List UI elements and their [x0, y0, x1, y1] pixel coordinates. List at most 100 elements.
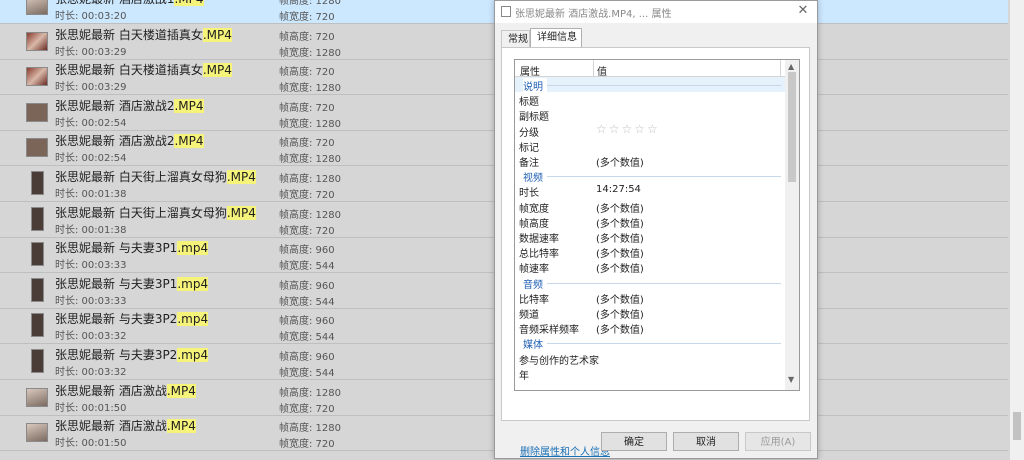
- file-list-scroll-thumb[interactable]: [1013, 412, 1021, 440]
- scroll-up-icon[interactable]: ▲: [788, 62, 794, 71]
- property-row[interactable]: 比特率 (多个数值): [515, 290, 785, 306]
- file-duration: 时长: 00:03:32: [55, 367, 127, 378]
- details-panel: 属性 值 说明 标题 副标题 分级 ☆☆☆☆☆ 标记 备注 (多个数值) 视频 时长 14:27:5…: [501, 47, 810, 458]
- close-icon[interactable]: ✕: [795, 3, 811, 19]
- file-frame-width: 帧宽度: 720: [279, 404, 335, 415]
- file-name-base: 张思妮最新 白天街上溜真女母狗: [55, 170, 227, 184]
- section-label: 媒体: [523, 336, 547, 351]
- file-extension-highlight: .mp4: [177, 241, 209, 255]
- file-name-base: 张思妮最新 与夫妻3P2: [55, 312, 178, 326]
- file-frame-width: 帧宽度: 1280: [279, 119, 341, 130]
- file-list-scrollbar[interactable]: [1010, 0, 1024, 460]
- file-name: 张思妮最新 酒店激战2.MP4: [55, 132, 204, 149]
- scroll-down-icon[interactable]: ▼: [788, 375, 794, 384]
- property-value: (多个数值): [596, 158, 644, 169]
- file-name-base: 张思妮最新 酒店激战2: [55, 99, 175, 113]
- ok-button[interactable]: 确定: [601, 432, 667, 451]
- file-frame-height: 帧高度: 1280: [279, 210, 341, 221]
- file-duration: 时长: 00:03:20: [55, 11, 127, 22]
- section-divider: [523, 343, 781, 344]
- property-name: 标记: [519, 143, 539, 154]
- property-row[interactable]: 副标题: [515, 107, 785, 123]
- property-row[interactable]: 标题: [515, 92, 785, 108]
- property-section-header[interactable]: 音频: [515, 275, 785, 291]
- section-label: 说明: [523, 78, 547, 93]
- video-thumbnail: [26, 32, 48, 51]
- section-divider: [523, 85, 781, 86]
- file-duration: 时长: 00:01:38: [55, 225, 127, 236]
- dialog-titlebar[interactable]: 张思妮最新 酒店激战.MP4, ... 属性 ✕: [495, 1, 817, 23]
- property-row[interactable]: 年: [515, 366, 785, 382]
- file-extension-highlight: .MP4: [226, 170, 256, 184]
- file-frame-height: 帧高度: 960: [279, 245, 335, 256]
- file-frame-width: 帧宽度: 544: [279, 368, 335, 379]
- remove-properties-link[interactable]: 删除属性和个人信息: [520, 443, 610, 458]
- column-divider[interactable]: [780, 60, 781, 76]
- apply-button[interactable]: 应用(A): [745, 432, 811, 451]
- column-header-value[interactable]: 值: [597, 63, 607, 78]
- property-row[interactable]: 标记: [515, 138, 785, 154]
- video-thumbnail: [31, 207, 44, 231]
- property-value: (多个数值): [596, 234, 644, 245]
- property-grid-scroll-thumb[interactable]: [788, 72, 796, 182]
- video-thumbnail: [31, 171, 44, 195]
- file-name: 张思妮最新 白天街上溜真女母狗.MP4: [55, 204, 256, 221]
- file-name: 张思妮最新 白天楼道插真女.MP4: [55, 26, 232, 43]
- file-frame-height: 帧高度: 1280: [279, 388, 341, 399]
- document-icon: [501, 6, 511, 17]
- property-value: 14:27:54: [596, 184, 641, 195]
- property-value: (多个数值): [596, 264, 644, 275]
- property-row[interactable]: 总比特率 (多个数值): [515, 244, 785, 260]
- property-section-header[interactable]: 视频: [515, 168, 785, 184]
- file-frame-height: 帧高度: 720: [279, 32, 335, 43]
- property-row[interactable]: 频道 (多个数值): [515, 305, 785, 321]
- section-divider: [523, 283, 781, 284]
- file-name: 张思妮最新 酒店激战2.MP4: [55, 97, 204, 114]
- property-row[interactable]: 帧速率 (多个数值): [515, 259, 785, 275]
- property-name: 数据速率: [519, 234, 559, 245]
- property-row[interactable]: 帧高度 (多个数值): [515, 214, 785, 230]
- property-row[interactable]: 数据速率 (多个数值): [515, 229, 785, 245]
- property-row[interactable]: 参与创作的艺术家: [515, 351, 785, 367]
- property-grid-scrollbar[interactable]: ▲ ▼: [785, 60, 799, 390]
- property-name: 年: [519, 371, 529, 382]
- column-divider[interactable]: [593, 60, 594, 76]
- file-name-base: 张思妮最新 白天街上溜真女母狗: [55, 206, 227, 220]
- file-frame-height: 帧高度: 720: [279, 138, 335, 149]
- property-section-header[interactable]: 说明: [515, 77, 785, 93]
- file-frame-height: 帧高度: 1280: [279, 423, 341, 434]
- property-value: (多个数值): [596, 204, 644, 215]
- cancel-button[interactable]: 取消: [673, 432, 739, 451]
- file-frame-width: 帧宽度: 544: [279, 332, 335, 343]
- rating-stars[interactable]: ☆☆☆☆☆: [596, 122, 660, 136]
- property-name: 音频采样频率: [519, 325, 579, 336]
- property-row[interactable]: 分级 ☆☆☆☆☆: [515, 122, 785, 139]
- column-header-property[interactable]: 属性: [520, 63, 540, 78]
- file-frame-width: 帧宽度: 720: [279, 226, 335, 237]
- property-grid-body: 说明 标题 副标题 分级 ☆☆☆☆☆ 标记 备注 (多个数值) 视频 时长 14:27:54 帧宽度 (…: [515, 77, 785, 390]
- file-frame-height: 帧高度: 960: [279, 281, 335, 292]
- property-name: 参与创作的艺术家: [519, 356, 599, 367]
- property-section-header[interactable]: 媒体: [515, 335, 785, 351]
- video-thumbnail: [26, 67, 48, 86]
- property-grid: 属性 值 说明 标题 副标题 分级 ☆☆☆☆☆ 标记 备注 (多个数值) 视频 时长 14:27:5…: [514, 59, 800, 391]
- tab-general[interactable]: 常规: [501, 30, 530, 47]
- video-thumbnail: [31, 349, 44, 373]
- file-frame-height: 帧高度: 720: [279, 67, 335, 78]
- property-name: 备注: [519, 158, 539, 169]
- file-frame-width: 帧宽度: 544: [279, 297, 335, 308]
- file-name-base: 张思妮最新 与夫妻3P2: [55, 348, 178, 362]
- property-row[interactable]: 帧宽度 (多个数值): [515, 199, 785, 215]
- file-name: 张思妮最新 与夫妻3P1.mp4: [55, 275, 209, 292]
- property-row[interactable]: 音频采样频率 (多个数值): [515, 320, 785, 336]
- file-name: 张思妮最新 酒店激战1.MP4: [55, 0, 204, 7]
- tab-details[interactable]: 详细信息: [530, 28, 582, 48]
- file-duration: 时长: 00:02:54: [55, 153, 127, 164]
- video-thumbnail: [26, 138, 48, 157]
- file-extension-highlight: .MP4: [174, 134, 204, 148]
- property-row[interactable]: 备注 (多个数值): [515, 153, 785, 169]
- file-extension-highlight: .MP4: [202, 63, 232, 77]
- file-name: 张思妮最新 酒店激战.MP4: [55, 417, 196, 434]
- file-frame-height: 帧高度: 960: [279, 352, 335, 363]
- property-row[interactable]: 时长 14:27:54: [515, 183, 785, 199]
